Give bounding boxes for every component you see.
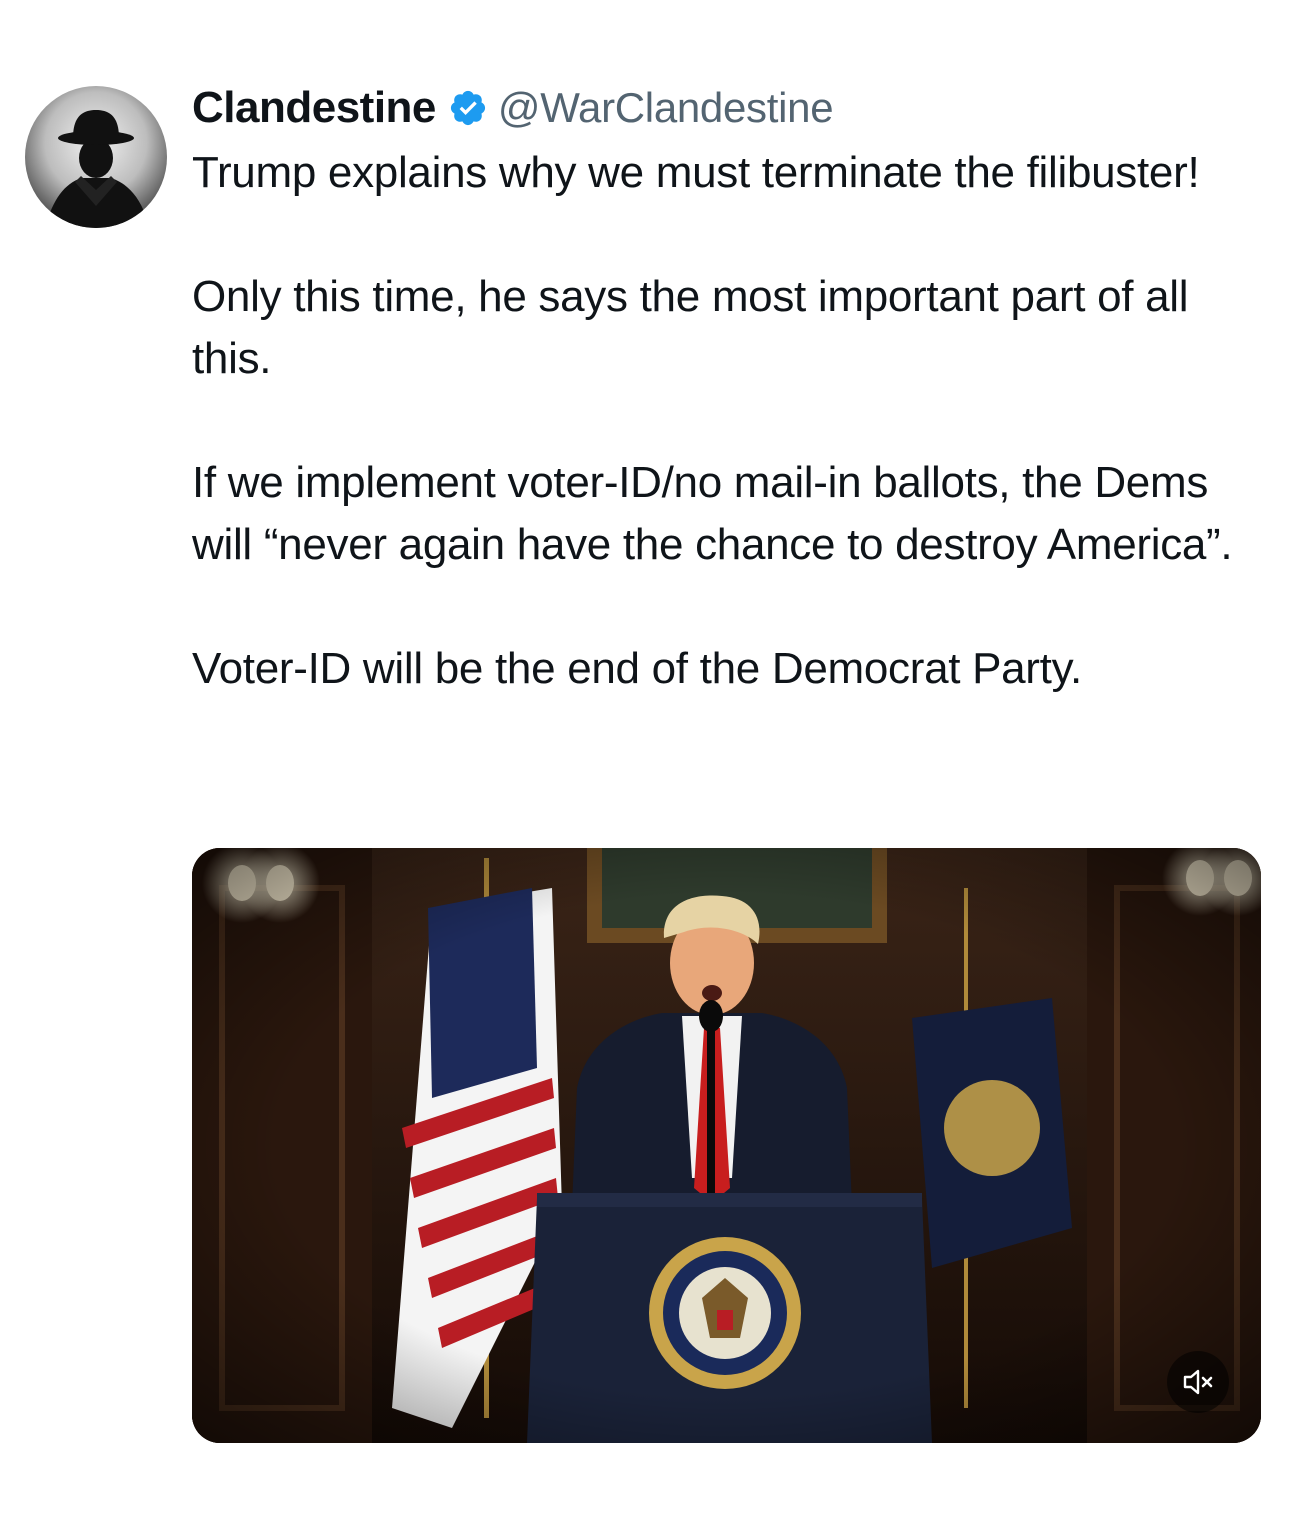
tweet-paragraph: Voter-ID will be the end of the Democrat… <box>192 644 1082 693</box>
tweet-header: Clandestine @WarClandestine <box>192 80 834 136</box>
video-player[interactable] <box>192 848 1261 1443</box>
speaker-muted-icon <box>1183 1369 1213 1395</box>
tweet-paragraph: If we implement voter-ID/no mail-in ball… <box>192 458 1233 569</box>
tweet-paragraph: Trump explains why we must terminate the… <box>192 148 1200 197</box>
verified-badge-icon <box>448 88 488 128</box>
tweet-text: Trump explains why we must terminate the… <box>192 142 1272 700</box>
unmute-button[interactable] <box>1167 1351 1229 1413</box>
tweet[interactable]: Clandestine @WarClandestine Trump explai… <box>0 0 1289 1529</box>
silhouette-fedora-avatar-icon <box>25 86 167 228</box>
author-display-name[interactable]: Clandestine <box>192 83 436 133</box>
author-avatar[interactable] <box>25 86 167 228</box>
author-handle[interactable]: @WarClandestine <box>498 84 834 132</box>
video-frame <box>192 848 1261 1443</box>
tweet-paragraph: Only this time, he says the most importa… <box>192 272 1189 383</box>
